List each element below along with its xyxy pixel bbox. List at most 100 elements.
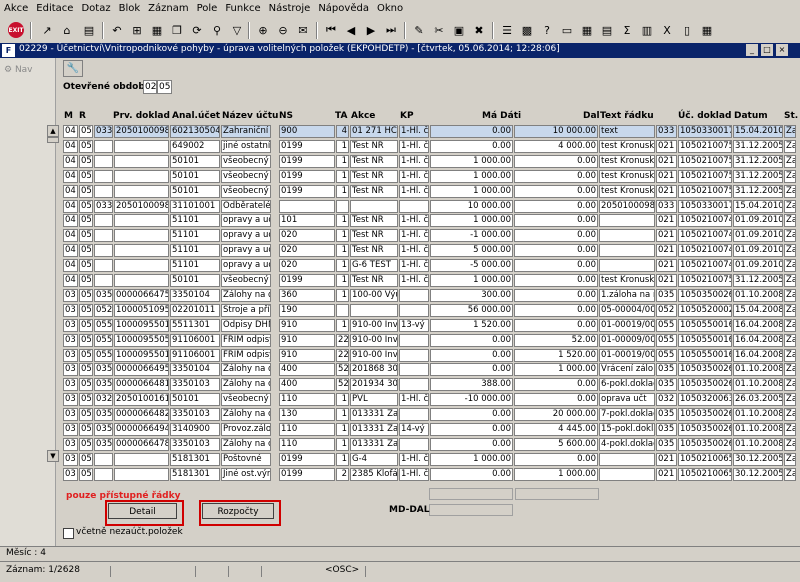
cell-m[interactable]: 03 bbox=[63, 467, 78, 481]
cell-ns[interactable]: 400 bbox=[279, 363, 335, 377]
cell-r[interactable]: 05 bbox=[79, 333, 93, 347]
cell-uc-doklad[interactable]: 1050350026 bbox=[678, 288, 732, 302]
cell-code[interactable] bbox=[94, 184, 113, 198]
cell-kp[interactable]: 1-Hl. č bbox=[399, 139, 429, 153]
cell-r[interactable]: 05 bbox=[79, 378, 93, 392]
cell-ta[interactable]: 1 bbox=[336, 154, 349, 168]
cell-prv-doklad[interactable] bbox=[114, 244, 169, 258]
cell-prv-doklad[interactable]: 0000066478 bbox=[114, 437, 169, 451]
menu-okno[interactable]: Okno bbox=[373, 0, 407, 17]
cell-uc-doklad[interactable]: 1050210074 bbox=[678, 259, 732, 273]
cell-anal-ucet[interactable]: 50101 bbox=[170, 393, 220, 407]
exit-icon[interactable]: EXIT bbox=[8, 22, 24, 38]
cell-uc-doklad[interactable]: 1050210065 bbox=[678, 452, 732, 466]
filter-icon[interactable]: ▽ bbox=[228, 21, 246, 39]
cell-text-radku[interactable]: test Kronuska bbox=[599, 139, 655, 153]
cell-akce[interactable] bbox=[350, 199, 398, 213]
chart-icon[interactable]: ▤ bbox=[598, 21, 616, 39]
cell-st[interactable]: Za bbox=[784, 423, 796, 436]
cell-m[interactable]: 04 bbox=[63, 274, 78, 287]
cell-prv-doklad[interactable]: 2050100161 bbox=[114, 393, 169, 407]
cell-akce[interactable]: 201868 305 bbox=[350, 363, 398, 377]
cell-ta[interactable]: 4 bbox=[336, 125, 349, 138]
cell-ma-dati[interactable]: 0.00 bbox=[430, 363, 513, 377]
cell-m[interactable]: 04 bbox=[63, 199, 78, 213]
cell-datum[interactable]: 01.10.2008 bbox=[733, 363, 783, 377]
cell-m[interactable]: 04 bbox=[63, 125, 78, 138]
cell-code[interactable] bbox=[94, 452, 113, 466]
cell-datum[interactable]: 16.04.2008 bbox=[733, 333, 783, 347]
cell-m[interactable]: 03 bbox=[63, 393, 78, 407]
cell-code[interactable]: 032 bbox=[94, 393, 113, 407]
cell-st[interactable]: Za bbox=[784, 348, 796, 362]
cell-ta[interactable]: 22 bbox=[336, 348, 349, 362]
cell-nazev-uctu[interactable]: jiné ostatní v bbox=[221, 139, 271, 153]
cell-dal[interactable]: 0.00 bbox=[514, 184, 598, 198]
cell-uc-doklad[interactable]: 1050350026 bbox=[678, 363, 732, 377]
cell-code[interactable]: 035 bbox=[94, 288, 113, 302]
menu-dotaz[interactable]: Dotaz bbox=[77, 0, 114, 17]
next-record-icon[interactable]: ▶ bbox=[362, 21, 380, 39]
cell-nazev-uctu[interactable]: všeobecný bbox=[221, 393, 271, 407]
cell-ma-dati[interactable]: 0.00 bbox=[430, 139, 513, 153]
clear-icon[interactable]: ✖ bbox=[470, 21, 488, 39]
cell-uc-doklad[interactable]: 1050210074 bbox=[678, 214, 732, 228]
cell-akce[interactable]: 910-00 Inve bbox=[350, 318, 398, 332]
cell-nazev-uctu[interactable]: všeobecný bbox=[221, 184, 271, 198]
cell-anal-ucet[interactable]: 3350104 bbox=[170, 363, 220, 377]
cell-uc-doklad[interactable]: 1050550016 bbox=[678, 318, 732, 332]
cell-ns[interactable] bbox=[279, 199, 335, 213]
cell-prv-doklad[interactable] bbox=[114, 452, 169, 466]
cell-code[interactable]: 055 bbox=[94, 318, 113, 332]
cell-r[interactable]: 05 bbox=[79, 303, 93, 317]
cell-kp[interactable]: 1-Hl. č bbox=[399, 214, 429, 228]
cell-nazev-uctu[interactable]: opravy a ud bbox=[221, 259, 271, 273]
scroll-down-icon[interactable]: ▼ bbox=[47, 450, 59, 462]
cell-code[interactable]: 035 bbox=[94, 423, 113, 436]
cell-kp[interactable]: 1-Hl. č bbox=[399, 154, 429, 168]
cell-r[interactable]: 05 bbox=[79, 467, 93, 481]
cell-anal-ucet[interactable]: 50101 bbox=[170, 184, 220, 198]
menu-napoveda[interactable]: Nápověda bbox=[314, 0, 373, 17]
cell-m[interactable]: 04 bbox=[63, 244, 78, 258]
cell-dal[interactable]: 0.00 bbox=[514, 229, 598, 243]
cell-dal[interactable]: 0.00 bbox=[514, 318, 598, 332]
cell-ma-dati[interactable]: 1 000.00 bbox=[430, 169, 513, 183]
cell-prv-doklad[interactable] bbox=[114, 169, 169, 183]
cell-r[interactable]: 05 bbox=[79, 214, 93, 228]
cell-st[interactable]: Za bbox=[784, 408, 796, 422]
cell-datum[interactable]: 16.04.2008 bbox=[733, 348, 783, 362]
cell-uc-doklad[interactable]: 1050550016 bbox=[678, 348, 732, 362]
cell-ta[interactable]: 1 bbox=[336, 393, 349, 407]
cell-akce[interactable]: G-4 bbox=[350, 452, 398, 466]
cell-code[interactable] bbox=[94, 229, 113, 243]
cell-text-radku[interactable]: text bbox=[599, 125, 655, 138]
cell-text-radku[interactable]: test Kronuska bbox=[599, 169, 655, 183]
cell-m[interactable]: 04 bbox=[63, 214, 78, 228]
cell-st[interactable]: Za bbox=[784, 244, 796, 258]
cell-m[interactable]: 03 bbox=[63, 303, 78, 317]
cell-akce[interactable]: G-6 TEST bbox=[350, 259, 398, 273]
cell-text-radku[interactable] bbox=[599, 259, 655, 273]
cell-prv-doklad[interactable] bbox=[114, 139, 169, 153]
menu-nastroje[interactable]: Nástroje bbox=[265, 0, 315, 17]
nav-item[interactable]: ⚙ Nav bbox=[4, 65, 33, 75]
cell-nazev-uctu[interactable]: Provoz.zálo bbox=[221, 423, 271, 436]
cell-ma-dati[interactable]: 1 520.00 bbox=[430, 318, 513, 332]
cell-datum[interactable]: 31.12.2005 bbox=[733, 274, 783, 287]
cell-akce[interactable]: 2385 Klofáč bbox=[350, 467, 398, 481]
cell-nazev-uctu[interactable]: Poštovné bbox=[221, 452, 271, 466]
cell-dal[interactable]: 0.00 bbox=[514, 288, 598, 302]
cell-akce[interactable]: 910-00 Inve bbox=[350, 348, 398, 362]
cell-ns[interactable]: 130 bbox=[279, 408, 335, 422]
cell-m[interactable]: 04 bbox=[63, 169, 78, 183]
cell-akce[interactable]: 910-00 Inve bbox=[350, 333, 398, 347]
cell-uc-doklad[interactable]: 1050320063 bbox=[678, 393, 732, 407]
cell-r[interactable]: 05 bbox=[79, 437, 93, 451]
cell-dal[interactable]: 0.00 bbox=[514, 169, 598, 183]
cell-anal-ucet[interactable]: 3350104 bbox=[170, 288, 220, 302]
cell-uc[interactable]: 033 bbox=[656, 125, 677, 138]
cell-st[interactable]: Za bbox=[784, 214, 796, 228]
menu-funkce[interactable]: Funkce bbox=[221, 0, 264, 17]
cell-ma-dati[interactable]: 0.00 bbox=[430, 125, 513, 138]
